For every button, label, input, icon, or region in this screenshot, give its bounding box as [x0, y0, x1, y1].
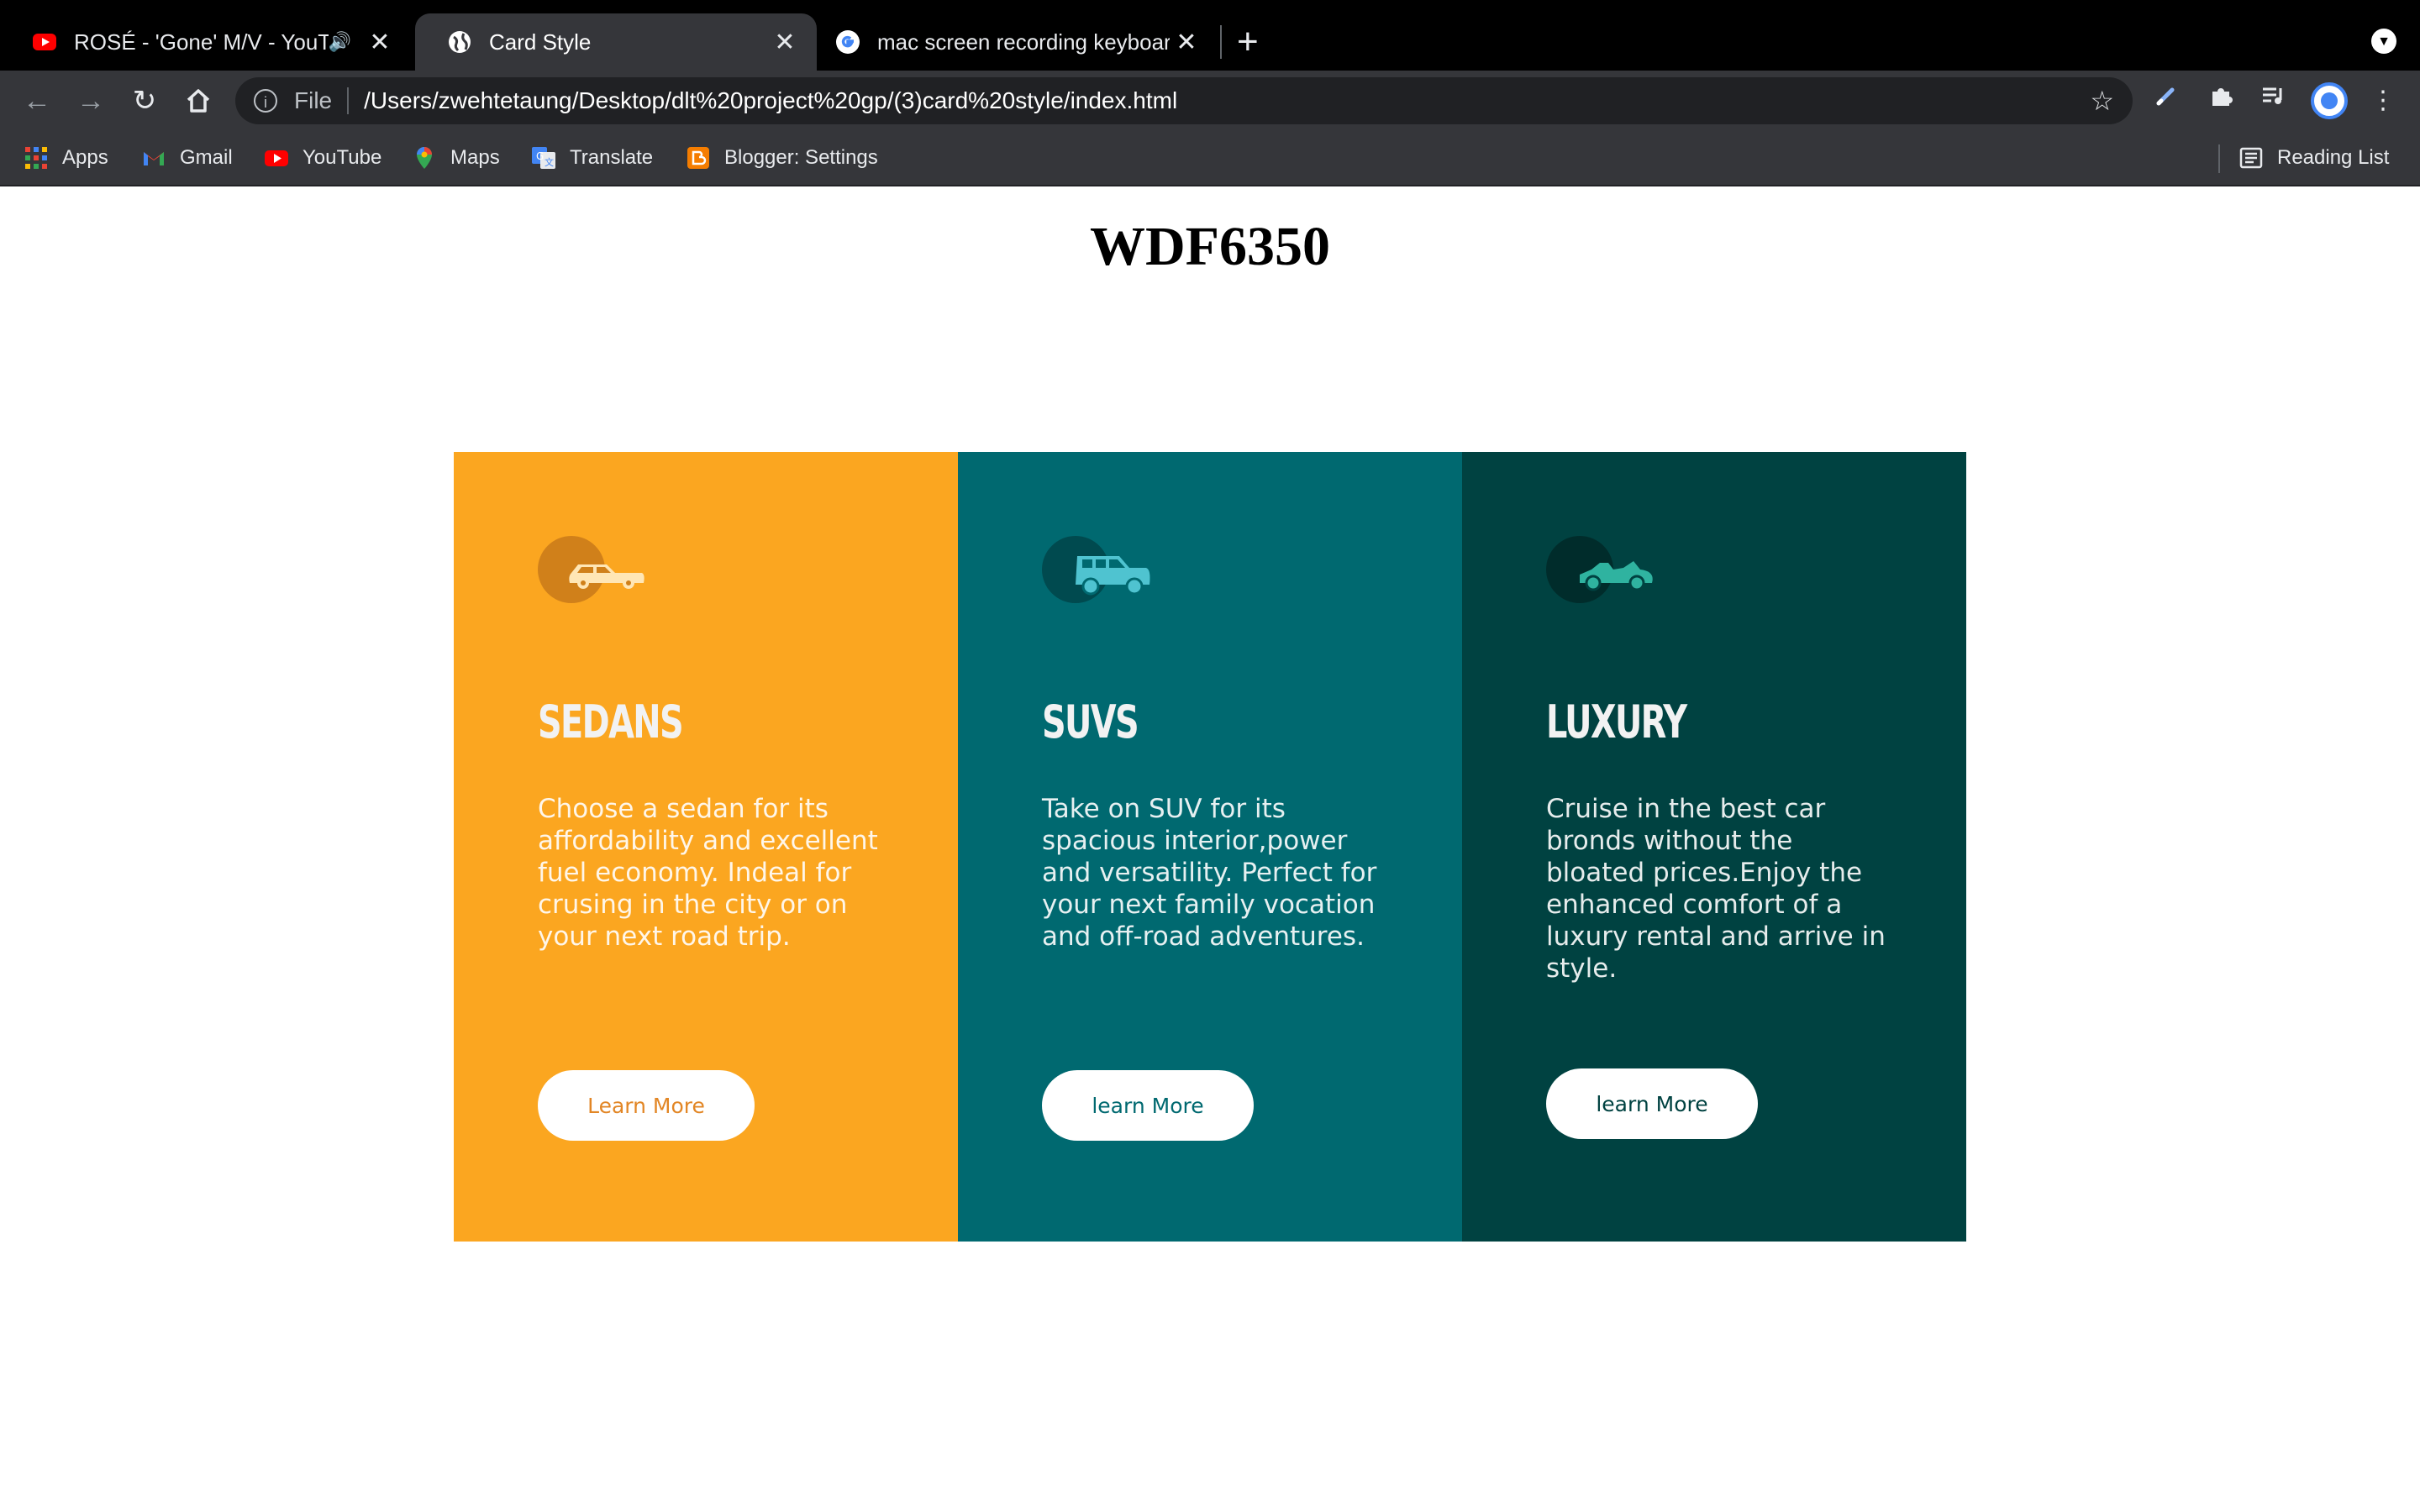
menu-kebab-icon[interactable]: ⋮	[2365, 82, 2402, 119]
luxury-learn-more-button[interactable]: learn More	[1546, 1068, 1758, 1139]
profile-avatar[interactable]	[2311, 82, 2348, 119]
address-bar[interactable]: i File /Users/zwehtetaung/Desktop/dlt%20…	[235, 77, 2133, 124]
url-scheme: File	[294, 87, 333, 113]
apps-grid-icon	[25, 147, 47, 169]
card-description: Cruise in the best car bronds without th…	[1546, 794, 1886, 984]
suv-car-icon	[1042, 536, 1150, 603]
close-tab-icon[interactable]: ✕	[1170, 28, 1203, 57]
maps-pin-icon	[417, 147, 432, 169]
omnibox-divider	[347, 87, 350, 114]
svg-text:文: 文	[544, 156, 554, 168]
sedan-car-icon	[538, 536, 644, 603]
luxury-car-icon	[1546, 536, 1653, 603]
youtube-icon	[265, 150, 288, 166]
bookmark-youtube[interactable]: YouTube	[264, 143, 381, 173]
card-luxury: LUXURY Cruise in the best car bronds wit…	[1462, 452, 1966, 1242]
browser-toolbar: ← → ↻ i File /Users/zwehtetaung/Desktop/…	[0, 71, 2420, 131]
tab-title: ROSÉ - 'Gone' M/V - YouTu	[74, 29, 329, 55]
bookmarks-separator	[2218, 144, 2220, 173]
bookmark-label: Translate	[570, 146, 654, 169]
tab-separator	[1220, 25, 1222, 59]
bookmark-label: Maps	[450, 146, 500, 169]
media-queue-icon[interactable]	[2255, 82, 2292, 119]
pen-extension-icon[interactable]	[2148, 82, 2185, 119]
svg-text:G: G	[536, 150, 544, 162]
bookmark-gmail[interactable]: Gmail	[141, 143, 233, 173]
gmail-icon	[144, 152, 164, 165]
youtube-icon	[33, 34, 56, 50]
forward-arrow-icon[interactable]: →	[71, 81, 111, 121]
card-suvs: SUVS Take on SUV for its spacious interi…	[958, 452, 1462, 1242]
card-heading: SUVS	[1042, 696, 1139, 748]
card-row: SEDANS Choose a sedan for its affordabil…	[454, 452, 1966, 1242]
close-tab-icon[interactable]: ✕	[768, 28, 802, 57]
reading-list-icon	[2239, 147, 2263, 169]
tab-strip: ROSÉ - 'Gone' M/V - YouTu 🔊 ✕ Card Style…	[0, 0, 2420, 71]
card-description: Choose a sedan for its affordability and…	[538, 794, 878, 952]
google-icon	[836, 30, 860, 54]
card-description: Take on SUV for its spacious interior,po…	[1042, 794, 1377, 952]
tab-youtube[interactable]: ROSÉ - 'Gone' M/V - YouTu 🔊 ✕	[0, 13, 412, 71]
site-info-icon[interactable]: i	[254, 89, 277, 113]
card-sedans: SEDANS Choose a sedan for its affordabil…	[454, 452, 958, 1242]
bookmark-label: Gmail	[180, 146, 233, 169]
tab-card-style[interactable]: Card Style ✕	[415, 13, 817, 71]
bookmark-label: Apps	[62, 146, 108, 169]
bookmark-maps[interactable]: Maps	[412, 143, 500, 173]
bookmark-label: Blogger: Settings	[724, 146, 878, 169]
extensions-puzzle-icon[interactable]	[2203, 82, 2240, 119]
bookmarks-bar: Apps Gmail YouTube Maps G文 Translate Blo…	[0, 131, 2420, 186]
translate-icon: G文	[532, 147, 555, 169]
tab-title: mac screen recording keyboarc	[877, 29, 1170, 55]
reading-list-button[interactable]: Reading List	[2238, 143, 2389, 173]
globe-icon	[449, 31, 471, 53]
close-tab-icon[interactable]: ✕	[363, 28, 397, 57]
card-heading: SEDANS	[538, 696, 684, 748]
bookmark-label: YouTube	[302, 146, 382, 169]
back-arrow-icon[interactable]: ←	[17, 81, 57, 121]
reading-list-label: Reading List	[2277, 146, 2390, 169]
bookmark-apps[interactable]: Apps	[24, 143, 108, 173]
bookmark-star-icon[interactable]: ☆	[2090, 85, 2114, 117]
reload-icon[interactable]: ↻	[124, 81, 165, 121]
page-title: WDF6350	[1090, 216, 1330, 277]
sedans-learn-more-button[interactable]: Learn More	[538, 1070, 755, 1141]
card-heading: LUXURY	[1546, 696, 1687, 748]
bookmark-blogger[interactable]: Blogger: Settings	[686, 143, 878, 173]
suvs-learn-more-button[interactable]: learn More	[1042, 1070, 1254, 1141]
bookmark-translate[interactable]: G文 Translate	[531, 143, 653, 173]
tab-title: Card Style	[489, 29, 592, 55]
speaker-icon[interactable]: 🔊	[329, 31, 351, 53]
tab-search-icon[interactable]: ▼	[2371, 29, 2396, 54]
new-tab-button[interactable]: +	[1237, 18, 1259, 66]
tab-google-search[interactable]: mac screen recording keyboarc ✕	[820, 13, 1218, 71]
home-icon[interactable]	[178, 81, 218, 121]
url-text[interactable]: /Users/zwehtetaung/Desktop/dlt%20project…	[364, 87, 1177, 114]
blogger-icon	[687, 147, 709, 169]
